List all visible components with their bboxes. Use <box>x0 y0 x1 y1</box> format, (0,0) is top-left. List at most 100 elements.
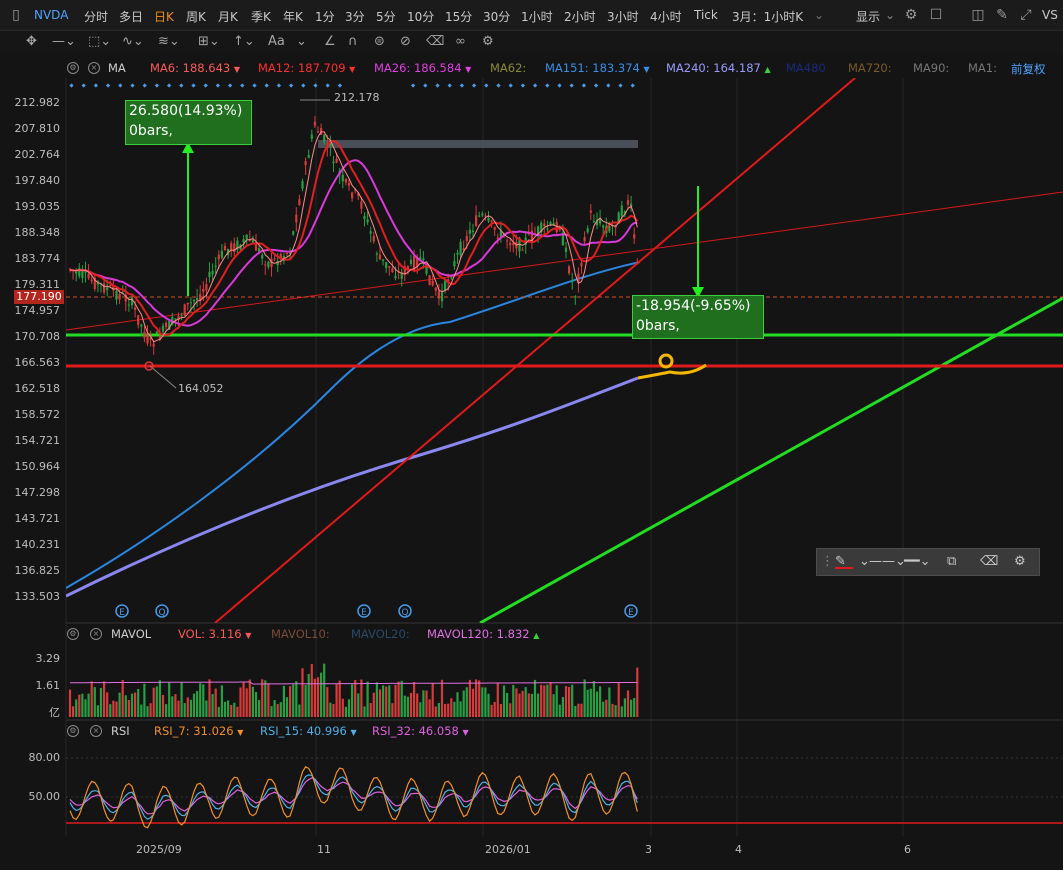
candle-body[interactable] <box>106 287 109 291</box>
candle-body[interactable] <box>456 252 459 255</box>
candle-body[interactable] <box>245 234 248 239</box>
volume-bar[interactable] <box>552 694 555 717</box>
volume-bar[interactable] <box>564 686 568 717</box>
volume-bar[interactable] <box>301 668 304 717</box>
volume-bar[interactable] <box>391 703 394 717</box>
volume-bar[interactable] <box>602 701 605 717</box>
volume-bar[interactable] <box>623 698 626 717</box>
candle-body[interactable] <box>329 143 332 147</box>
candle-body[interactable] <box>186 302 189 305</box>
candle-body[interactable] <box>409 259 413 264</box>
candle-body[interactable] <box>205 284 208 291</box>
volume-bar[interactable] <box>276 704 279 717</box>
candle-body[interactable] <box>127 304 130 306</box>
volume-bar[interactable] <box>382 685 385 717</box>
range-bar[interactable] <box>318 140 638 148</box>
volume-bar[interactable] <box>273 700 276 717</box>
candle-body[interactable] <box>382 259 385 261</box>
candle-body[interactable] <box>301 181 304 189</box>
volume-bar[interactable] <box>605 699 608 717</box>
volume-bar[interactable] <box>413 681 416 717</box>
volume-bar[interactable] <box>72 706 75 717</box>
candle-body[interactable] <box>450 277 453 279</box>
volume-bar[interactable] <box>397 681 400 717</box>
volume-bar[interactable] <box>499 703 502 717</box>
candle-body[interactable] <box>242 239 245 243</box>
candle-body[interactable] <box>493 227 496 230</box>
volume-bar[interactable] <box>478 680 481 717</box>
volume-bar[interactable] <box>614 705 617 717</box>
volume-bar[interactable] <box>586 689 589 717</box>
volume-bar[interactable] <box>174 694 177 717</box>
volume-bar[interactable] <box>471 688 475 717</box>
candle-body[interactable] <box>202 289 205 292</box>
candle-body[interactable] <box>571 280 574 283</box>
candle-body[interactable] <box>103 283 106 293</box>
candle-body[interactable] <box>174 318 177 320</box>
volume-bar[interactable] <box>406 696 409 717</box>
volume-bar[interactable] <box>75 699 78 717</box>
candle-body[interactable] <box>316 131 320 133</box>
volume-bar[interactable] <box>372 692 375 717</box>
volume-bar[interactable] <box>366 681 369 717</box>
candle-body[interactable] <box>369 231 372 234</box>
candle-body[interactable] <box>295 214 298 223</box>
candle-body[interactable] <box>115 290 118 300</box>
volume-bar[interactable] <box>149 703 152 717</box>
volume-bar[interactable] <box>189 699 192 717</box>
candle-body[interactable] <box>351 192 354 199</box>
candle-body[interactable] <box>261 255 264 259</box>
volume-bar[interactable] <box>261 679 264 717</box>
volume-bar[interactable] <box>468 679 471 717</box>
candle-body[interactable] <box>332 161 335 164</box>
volume-bar[interactable] <box>323 663 326 717</box>
volume-bar[interactable] <box>620 706 623 717</box>
candle-body[interactable] <box>180 315 183 317</box>
volume-bar[interactable] <box>295 681 298 717</box>
candle-body[interactable] <box>267 261 270 268</box>
volume-bar[interactable] <box>106 692 109 717</box>
volume-bar[interactable] <box>137 688 140 717</box>
volume-bar[interactable] <box>419 702 422 717</box>
candle-body[interactable] <box>475 215 478 226</box>
candle-body[interactable] <box>152 343 155 347</box>
candle-body[interactable] <box>487 217 490 222</box>
volume-bar[interactable] <box>248 679 251 717</box>
volume-bar[interactable] <box>146 706 149 717</box>
volume-bar[interactable] <box>608 687 611 717</box>
volume-bar[interactable] <box>363 706 366 717</box>
volume-bar[interactable] <box>434 706 437 717</box>
volume-bar[interactable] <box>211 694 214 717</box>
volume-bar[interactable] <box>518 693 521 717</box>
volume-bar[interactable] <box>158 680 161 717</box>
volume-bar[interactable] <box>270 706 273 717</box>
volume-bar[interactable] <box>124 695 127 717</box>
candle-body[interactable] <box>574 296 577 298</box>
volume-bar[interactable] <box>233 702 236 717</box>
volume-bar[interactable] <box>165 704 168 717</box>
volume-bar[interactable] <box>298 704 301 717</box>
volume-bar[interactable] <box>636 667 639 717</box>
volume-bar[interactable] <box>543 685 546 717</box>
candle-body[interactable] <box>468 229 471 234</box>
volume-bar[interactable] <box>630 699 633 717</box>
volume-bar[interactable] <box>425 690 428 717</box>
volume-bar[interactable] <box>577 703 580 717</box>
volume-bar[interactable] <box>549 682 552 717</box>
volume-bar[interactable] <box>217 706 220 717</box>
volume-bar[interactable] <box>171 696 174 717</box>
candle-body[interactable] <box>341 174 344 182</box>
event-markers[interactable]: E Q E Q E <box>115 604 638 618</box>
volume-bar[interactable] <box>180 682 183 717</box>
volume-bar[interactable] <box>279 702 282 717</box>
volume-bar[interactable] <box>592 681 595 717</box>
candle-body[interactable] <box>580 262 583 267</box>
volume-bar[interactable] <box>555 685 558 717</box>
volume-bar[interactable] <box>347 699 351 717</box>
volume-bar[interactable] <box>81 693 84 717</box>
volume-bar[interactable] <box>214 688 217 717</box>
rsi-settings-icon[interactable]: ⚙ <box>67 725 79 737</box>
candle-body[interactable] <box>478 215 481 217</box>
candle-body[interactable] <box>391 268 394 273</box>
volume-bar[interactable] <box>527 693 530 717</box>
